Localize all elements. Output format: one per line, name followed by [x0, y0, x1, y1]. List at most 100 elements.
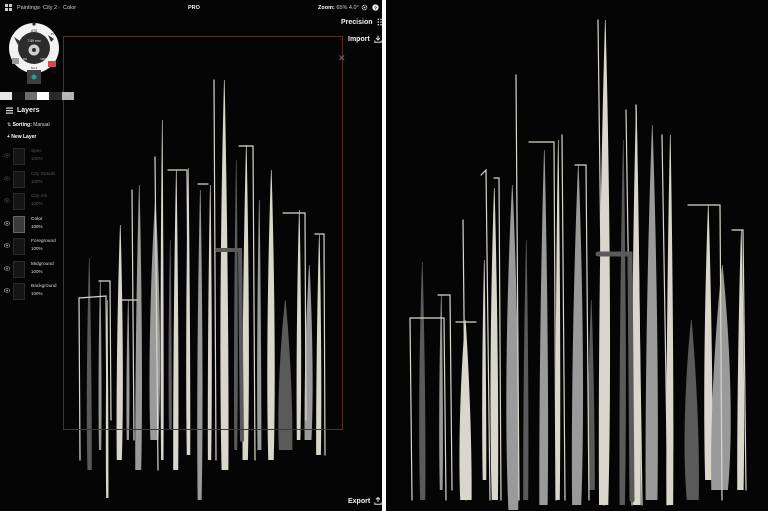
- layer-name: City Ink: [31, 194, 47, 199]
- layer-opacity: 100%: [31, 223, 43, 229]
- opacity-right-readout: 100%: [40, 57, 48, 61]
- help-icon[interactable]: ?: [372, 4, 379, 11]
- layer-row[interactable]: Foreground 100%: [4, 236, 62, 257]
- brush-stroke: [523, 240, 529, 500]
- building-outline: [661, 134, 669, 506]
- pro-badge: PRO: [188, 5, 200, 11]
- import-button[interactable]: Import: [348, 35, 382, 43]
- precision-label: Precision: [341, 18, 373, 26]
- zoom-readout[interactable]: Zoom: 65% 4.0°: [318, 5, 359, 11]
- layer-thumbnail: [13, 283, 25, 300]
- zoom-label: Zoom:: [318, 5, 335, 11]
- opacity-left-readout: 0%: [23, 57, 28, 61]
- color-swatch[interactable]: [0, 92, 13, 100]
- eye-icon[interactable]: [4, 265, 10, 271]
- editor-panel: ✕ Paintings › City 2 › Color PRO Zoom: 6…: [0, 0, 382, 511]
- layer-name: City Details: [31, 171, 56, 177]
- layer-opacity: 100%: [31, 291, 43, 296]
- rotation-value: 4.0°: [348, 5, 359, 11]
- export-icon: [374, 497, 382, 505]
- building-outline: [561, 134, 566, 501]
- layer-name: Spec: [31, 149, 42, 154]
- breadcrumb-color[interactable]: Color: [63, 5, 76, 11]
- color-swatch[interactable]: [12, 92, 25, 100]
- layer-row[interactable]: Spec 100%: [4, 146, 62, 167]
- layer-thumbnail: [13, 193, 25, 210]
- brush-stroke: [619, 140, 626, 505]
- svg-text:?: ?: [374, 5, 377, 11]
- eye-icon[interactable]: [4, 220, 10, 226]
- layer-thumbnail: [13, 170, 25, 188]
- building-outline: [409, 317, 413, 501]
- brush-size-readout: 7.59 mm: [27, 39, 40, 43]
- eye-icon[interactable]: [4, 153, 10, 158]
- painting-canvas-right: [409, 19, 747, 510]
- import-icon: [374, 35, 382, 43]
- brush-stroke: [645, 125, 658, 500]
- layer-row[interactable]: City Details 100%: [4, 169, 62, 190]
- close-icon[interactable]: ✕: [338, 53, 346, 64]
- breadcrumb-separator: ›: [58, 5, 60, 11]
- layers-title: Layers: [17, 107, 40, 114]
- layer-row[interactable]: City Ink 100%: [4, 191, 62, 212]
- eye-icon[interactable]: [4, 243, 10, 248]
- layers-header[interactable]: Layers: [6, 107, 40, 114]
- wheel-side-label-2: P4: [52, 70, 56, 74]
- canvas-boundary: [63, 36, 343, 430]
- layer-name: Midground: [31, 261, 54, 267]
- layer-row[interactable]: Color 100%: [4, 214, 62, 235]
- wheel-bottom-label: N4.1: [31, 66, 38, 70]
- eye-icon[interactable]: [4, 288, 10, 293]
- layer-row[interactable]: Background 100%: [4, 281, 62, 302]
- grid-icon[interactable]: [5, 4, 12, 11]
- breadcrumb-paintings[interactable]: Paintings: [17, 5, 40, 11]
- brush-stroke: [482, 260, 487, 480]
- breadcrumb-city[interactable]: City 2: [43, 5, 57, 11]
- wheel-side-label-1: P5: [18, 69, 22, 73]
- breadcrumb-separator: ›: [39, 5, 41, 11]
- chevron-down-icon[interactable]: [64, 93, 70, 98]
- layer-opacity: 100%: [31, 178, 43, 184]
- color-swatch[interactable]: [49, 92, 62, 100]
- brush-stroke: [684, 320, 699, 500]
- brush-stroke: [419, 262, 426, 500]
- color-swatches[interactable]: [0, 92, 74, 100]
- layers-panel: Layers ⇅ Sorting: Manual + New Layer Spe…: [0, 103, 62, 303]
- layer-thumbnail: [13, 238, 25, 255]
- eye-icon[interactable]: [4, 175, 10, 181]
- painting-preview-panel: [386, 0, 768, 511]
- layer-opacity: 100%: [31, 268, 43, 274]
- layer-name: Background: [31, 284, 57, 289]
- sorting-value: Manual: [33, 122, 50, 128]
- brush-stroke: [539, 150, 549, 505]
- tool-wheel[interactable]: AT8 P5 P4 P2 7.59 mm 0% 100% N4.1: [8, 20, 60, 86]
- tool-wheel-graphic: AT8 P5 P4 P2 7.59 mm 0% 100% N4.1: [9, 22, 59, 84]
- layers-menu-icon: [6, 107, 13, 114]
- layer-name: Foreground: [31, 239, 56, 244]
- export-button[interactable]: Export: [348, 497, 382, 505]
- layer-name: Color: [31, 216, 43, 222]
- new-layer-button[interactable]: + New Layer: [7, 134, 36, 140]
- app-root: ✕ Paintings › City 2 › Color PRO Zoom: 6…: [0, 0, 768, 511]
- import-label: Import: [348, 35, 370, 43]
- sort-icon: ⇅: [7, 122, 12, 128]
- precision-button[interactable]: Precision: [341, 18, 382, 26]
- layer-opacity: 100%: [31, 246, 43, 251]
- export-label: Export: [348, 497, 371, 505]
- layer-row[interactable]: Midground 100%: [4, 259, 62, 280]
- gear-icon[interactable]: [361, 4, 368, 11]
- layer-thumbnail: [13, 260, 25, 278]
- brush-stroke: [439, 295, 443, 490]
- color-swatch[interactable]: [24, 92, 37, 100]
- zoom-value: 65%: [336, 5, 348, 11]
- eye-icon[interactable]: [4, 198, 10, 203]
- wheel-top-label: AT8: [31, 29, 37, 33]
- color-swatch[interactable]: [36, 92, 50, 100]
- top-bar: Paintings › City 2 › Color PRO Zoom: 65%…: [0, 0, 382, 16]
- layer-thumbnail: [13, 215, 25, 233]
- wheel-side-label-3: P2: [51, 32, 55, 36]
- precision-grid-icon: [377, 18, 382, 26]
- brush-stroke: [490, 188, 499, 500]
- brush-stroke: [555, 140, 561, 500]
- sorting-control[interactable]: ⇅ Sorting: Manual: [7, 122, 50, 128]
